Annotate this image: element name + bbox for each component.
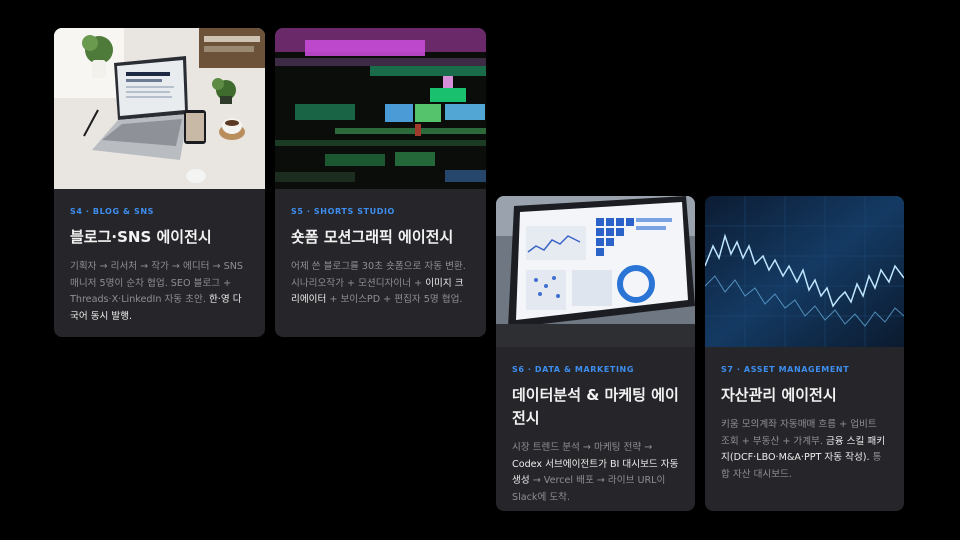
- card-description: 시장 트렌드 분석 → 마케팅 전략 → Codex 서브에이전트가 BI 대시…: [512, 442, 679, 503]
- laptop-desk-image: [54, 28, 265, 189]
- dashboard-laptop-image: [496, 196, 695, 347]
- card-title: 자산관리 에이전시: [721, 386, 837, 404]
- card-tag: S5 · SHORTS STUDIO: [291, 207, 395, 216]
- video-timeline-image: [275, 28, 486, 189]
- card-description: 키움 모의계좌 자동매매 흐름 + 업비트 조회 + 부동산 + 가계부. 금융…: [721, 419, 886, 480]
- card-tag: S7 · ASSET MANAGEMENT: [721, 365, 850, 374]
- card-description: 기획자 → 리서처 → 작가 → 에디터 → SNS매니저 5명이 순차 협업.…: [70, 261, 243, 322]
- card-tag: S6 · DATA & MARKETING: [512, 365, 634, 374]
- card-description: 어제 쓴 블로그를 30초 숏폼으로 자동 변환. 시나리오작가 + 모션디자이…: [291, 261, 466, 305]
- card-title: 블로그·SNS 에이전시: [70, 228, 212, 246]
- card-tag: S4 · BLOG & SNS: [70, 207, 154, 216]
- stock-chart-image: [705, 196, 904, 347]
- agency-card-asset-management[interactable]: S7 · ASSET MANAGEMENT 자산관리 에이전시 키움 모의계좌 …: [705, 196, 904, 511]
- card-title: 숏폼 모션그래픽 에이전시: [291, 228, 454, 246]
- agency-card-blog-sns[interactable]: S4 · BLOG & SNS 블로그·SNS 에이전시 기획자 → 리서처 →…: [54, 28, 265, 337]
- agency-card-data-marketing[interactable]: S6 · DATA & MARKETING 데이터분석 & 마케팅 에이전시 시…: [496, 196, 695, 511]
- agency-card-shorts-studio[interactable]: S5 · SHORTS STUDIO 숏폼 모션그래픽 에이전시 어제 쓴 블로…: [275, 28, 486, 337]
- card-title: 데이터분석 & 마케팅 에이전시: [512, 386, 679, 427]
